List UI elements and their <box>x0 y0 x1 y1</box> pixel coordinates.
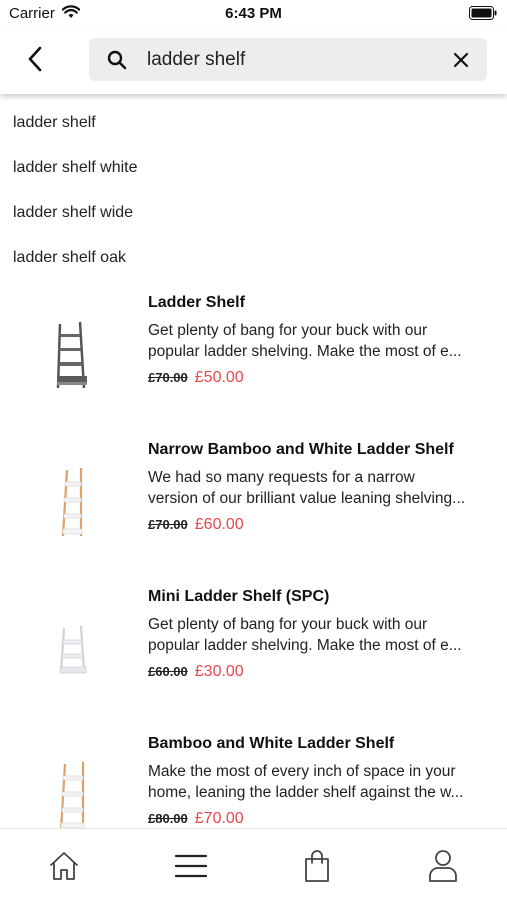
description-line: version of our brilliant value leaning s… <box>148 490 466 507</box>
product-image-white-mini-ladder-shelf <box>38 602 110 697</box>
sale-price: £70.00 <box>194 810 244 827</box>
search-icon <box>107 50 127 75</box>
description-line: popular ladder shelving. Make the most o… <box>148 343 462 360</box>
price-group: £70.00 £50.00 <box>148 369 244 387</box>
product-card[interactable]: Ladder Shelf Get plenty of bang for your… <box>0 282 507 429</box>
product-card[interactable]: Bamboo and White Ladder Shelf Make the m… <box>0 723 507 828</box>
product-description: Make the most of every inch of space in … <box>148 761 494 803</box>
product-image-bamboo-white-ladder-shelf <box>38 455 110 550</box>
description-line: home, leaning the ladder shelf against t… <box>148 784 464 801</box>
menu-icon <box>174 854 208 878</box>
sale-price: £60.00 <box>194 516 244 533</box>
product-description: Get plenty of bang for your buck with ou… <box>148 320 494 362</box>
original-price: £60.00 <box>148 664 188 679</box>
suggestion-item[interactable]: ladder shelf oak <box>0 235 507 280</box>
price-group: £60.00 £30.00 <box>148 663 244 681</box>
bottom-navigation <box>0 828 507 900</box>
nav-home[interactable] <box>44 847 84 885</box>
product-title: Narrow Bamboo and White Ladder Shelf <box>148 441 454 458</box>
search-header <box>0 28 507 94</box>
product-title: Ladder Shelf <box>148 294 245 311</box>
bag-icon <box>305 850 329 882</box>
clear-search-button[interactable] <box>452 51 470 69</box>
battery-icon <box>469 6 497 25</box>
chevron-left-icon <box>28 46 42 72</box>
suggestion-item[interactable]: ladder shelf white <box>0 145 507 190</box>
description-line: popular ladder shelving. Make the most o… <box>148 637 462 654</box>
suggestion-item[interactable]: ladder shelf wide <box>0 190 507 235</box>
sale-price: £50.00 <box>194 369 244 386</box>
original-price: £80.00 <box>148 811 188 826</box>
product-card[interactable]: Narrow Bamboo and White Ladder Shelf We … <box>0 429 507 576</box>
account-icon <box>429 850 457 882</box>
search-input[interactable] <box>147 38 437 81</box>
description-line: Get plenty of bang for your buck with ou… <box>148 616 428 633</box>
clock: 6:43 PM <box>225 5 282 22</box>
description-line: Get plenty of bang for your buck with ou… <box>148 322 428 339</box>
nav-bag[interactable] <box>297 847 337 885</box>
suggestion-item[interactable]: ladder shelf <box>0 100 507 145</box>
original-price: £70.00 <box>148 370 188 385</box>
status-bar: Carrier 6:43 PM <box>0 0 507 28</box>
description-line: We had so many requests for a narrow <box>148 469 415 486</box>
product-image-bamboo-white-ladder-shelf <box>38 749 110 828</box>
search-suggestions: ladder shelf ladder shelf white ladder s… <box>0 100 507 280</box>
original-price: £70.00 <box>148 517 188 532</box>
price-group: £70.00 £60.00 <box>148 516 244 534</box>
close-icon <box>453 52 469 68</box>
product-image-grey-ladder-shelf <box>38 308 110 403</box>
product-title: Mini Ladder Shelf (SPC) <box>148 588 330 605</box>
product-results: Ladder Shelf Get plenty of bang for your… <box>0 282 507 828</box>
nav-account[interactable] <box>423 847 463 885</box>
product-card[interactable]: Mini Ladder Shelf (SPC) Get plenty of ba… <box>0 576 507 723</box>
product-description: We had so many requests for a narrow ver… <box>148 467 494 509</box>
nav-menu[interactable] <box>171 847 211 885</box>
product-description: Get plenty of bang for your buck with ou… <box>148 614 494 656</box>
sale-price: £30.00 <box>194 663 244 680</box>
product-title: Bamboo and White Ladder Shelf <box>148 735 395 752</box>
search-box[interactable] <box>89 38 487 81</box>
description-line: Make the most of every inch of space in … <box>148 763 456 780</box>
back-button[interactable] <box>20 44 50 74</box>
home-icon <box>50 852 78 880</box>
price-group: £80.00 £70.00 <box>148 810 244 828</box>
